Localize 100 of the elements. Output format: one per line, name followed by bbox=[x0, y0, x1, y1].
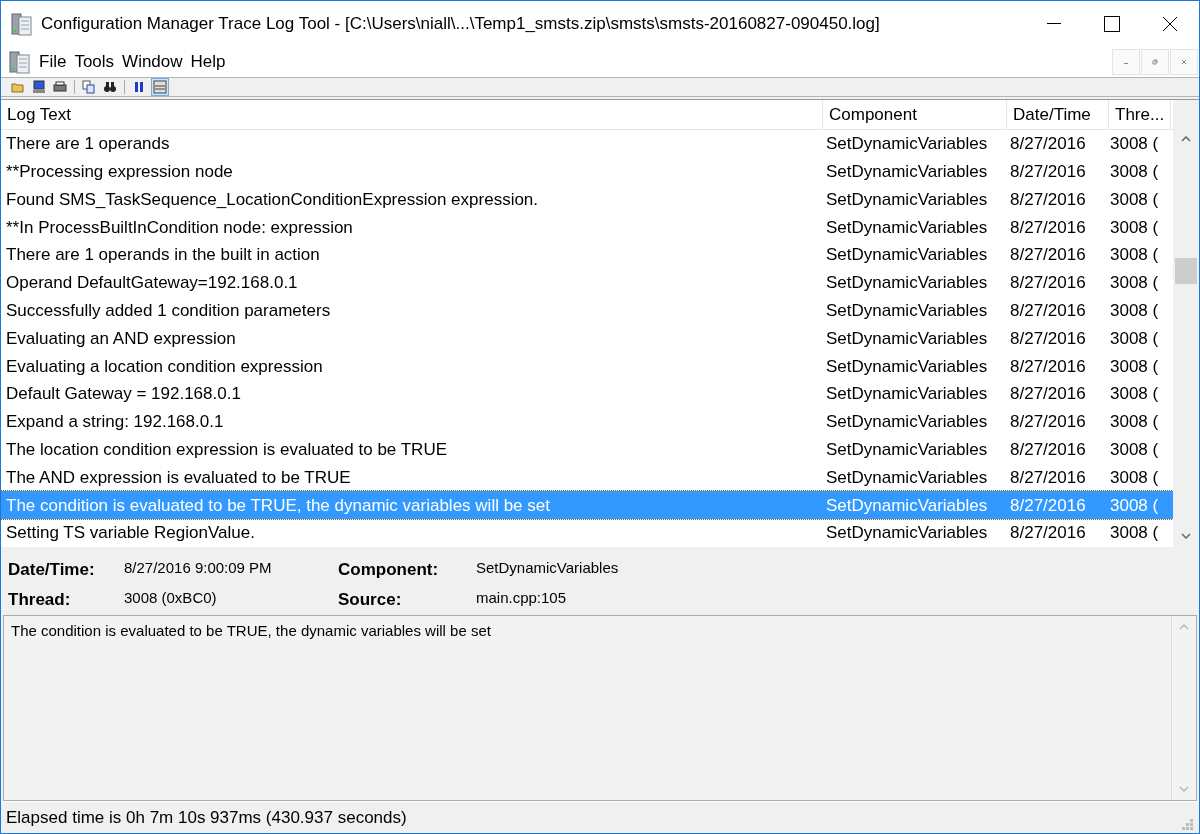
component-cell-text: SetDynamicVariables bbox=[825, 466, 989, 489]
thread-cell-text: 3008 ( bbox=[1109, 244, 1160, 267]
log-text: The condition is evaluated to be TRUE, the dynamic variables will be set bbox=[5, 494, 551, 517]
monitor-icon[interactable] bbox=[32, 80, 46, 94]
column-header[interactable]: Thre... bbox=[1109, 100, 1171, 130]
log-text: Default Gateway = 192.168.0.1 bbox=[5, 383, 242, 406]
minimize-document-button[interactable] bbox=[1112, 49, 1140, 75]
component-cell-text: SetDynamicVariables bbox=[825, 383, 989, 406]
thread-cell-text: 3008 ( bbox=[1109, 522, 1160, 545]
log-row[interactable]: There are 1 operands in the built in action SetDynamicVariables 8/27/2016 3008 ( bbox=[1, 241, 1173, 269]
restore-icon bbox=[1152, 59, 1158, 65]
thread-cell-text: 3008 ( bbox=[1109, 133, 1160, 156]
date-time-cell-text: 8/27/2016 bbox=[1009, 466, 1087, 489]
scrollbar-thumb[interactable] bbox=[1175, 258, 1197, 284]
detail-value: main.cpp:105 bbox=[476, 587, 567, 608]
menu-item[interactable]: Tools bbox=[70, 49, 119, 75]
close-icon bbox=[1162, 16, 1178, 32]
log-text: Expand a string: 192.168.0.1 bbox=[5, 411, 225, 434]
component-cell-text: SetDynamicVariables bbox=[825, 299, 989, 322]
log-row[interactable]: Evaluating an AND expression SetDynamicVariables 8/27/2016 3008 ( bbox=[1, 324, 1173, 353]
detail-label: Component: bbox=[338, 559, 440, 581]
date-time-cell-text: 8/27/2016 bbox=[1009, 522, 1087, 545]
menu-item[interactable]: Window bbox=[118, 49, 187, 75]
log-row[interactable]: The AND expression is evaluated to be TRUE SetDynamicVariables 8/27/2016 3008 ( bbox=[1, 463, 1173, 492]
maximize-icon bbox=[1104, 16, 1120, 32]
menu-item[interactable]: File bbox=[35, 49, 71, 75]
thread-cell-text: 3008 ( bbox=[1109, 188, 1160, 211]
log-row[interactable]: There are 1 operands SetDynamicVariables 8/27/2016 3008 ( bbox=[1, 130, 1173, 158]
scroll-down-icon bbox=[1179, 786, 1189, 792]
binoculars-icon[interactable] bbox=[103, 80, 117, 94]
log-text: There are 1 operands bbox=[5, 133, 171, 156]
component-cell-text: SetDynamicVariables bbox=[825, 494, 989, 517]
copy-icon[interactable] bbox=[82, 80, 96, 94]
column-header[interactable]: Log Text bbox=[1, 100, 823, 130]
log-text: **Processing expression node bbox=[5, 160, 234, 183]
log-text: Setting TS variable RegionValue. bbox=[5, 522, 256, 545]
log-text: **In ProcessBuiltInCondition node: expression bbox=[5, 216, 354, 239]
printer-icon[interactable] bbox=[53, 80, 67, 94]
thread-cell-text: 3008 ( bbox=[1109, 299, 1160, 322]
thread-cell-text: 3008 ( bbox=[1109, 355, 1160, 378]
component-cell-text: SetDynamicVariables bbox=[825, 438, 989, 461]
component-cell-text: SetDynamicVariables bbox=[825, 355, 989, 378]
log-text: Found SMS_TaskSequence_LocationConditionExpression expression. bbox=[5, 188, 540, 211]
scrollbar[interactable] bbox=[1173, 100, 1199, 547]
log-text: Evaluating a location condition expression bbox=[5, 355, 324, 378]
document-icon bbox=[9, 50, 31, 74]
scroll-down-icon bbox=[1181, 533, 1191, 539]
date-time-cell-text: 8/27/2016 bbox=[1009, 272, 1087, 295]
app-icon bbox=[11, 12, 33, 36]
log-row[interactable]: **Processing expression node SetDynamicVariables 8/27/2016 3008 ( bbox=[1, 157, 1173, 186]
log-row[interactable]: Expand a string: 192.168.0.1 SetDynamicVariables 8/27/2016 3008 ( bbox=[1, 407, 1173, 436]
component-cell-text: SetDynamicVariables bbox=[825, 160, 989, 183]
log-text: The AND expression is evaluated to be TRUE bbox=[5, 466, 352, 489]
log-row[interactable]: Found SMS_TaskSequence_LocationConditionExpression expression. SetDynamicVariables 8/27/2016 3008 ( bbox=[1, 185, 1173, 214]
restore-document-button[interactable] bbox=[1141, 49, 1169, 75]
thread-cell-text: 3008 ( bbox=[1109, 272, 1160, 295]
log-row[interactable]: Setting TS variable RegionValue. SetDynamicVariables 8/27/2016 3008 ( bbox=[1, 519, 1173, 547]
thread-cell-text: 3008 ( bbox=[1109, 494, 1160, 517]
date-time-cell-text: 8/27/2016 bbox=[1009, 383, 1087, 406]
component-cell-text: SetDynamicVariables bbox=[825, 522, 989, 545]
thread-cell-text: 3008 ( bbox=[1109, 216, 1160, 239]
log-row[interactable]: The location condition expression is evaluated to be TRUE SetDynamicVariables 8/27/2016 3008 ( bbox=[1, 435, 1173, 464]
date-time-cell-text: 8/27/2016 bbox=[1009, 355, 1087, 378]
date-time-cell-text: 8/27/2016 bbox=[1009, 216, 1087, 239]
detail-value: 3008 (0xBC0) bbox=[124, 587, 217, 608]
thread-cell-text: 3008 ( bbox=[1109, 466, 1160, 489]
column-header[interactable]: Component bbox=[823, 100, 1007, 130]
thread-cell-text: 3008 ( bbox=[1109, 383, 1160, 406]
log-row[interactable]: Operand DefaultGateway=192.168.0.1 SetDynamicVariables 8/27/2016 3008 ( bbox=[1, 269, 1173, 297]
folder-icon[interactable] bbox=[11, 80, 25, 94]
component-cell-text: SetDynamicVariables bbox=[825, 188, 989, 211]
close-icon bbox=[1181, 59, 1187, 65]
detail-value: SetDynamicVariables bbox=[476, 558, 619, 578]
component-cell-text: SetDynamicVariables bbox=[825, 133, 989, 156]
detail-label: Source: bbox=[338, 588, 403, 611]
detail-label: Date/Time: bbox=[8, 559, 96, 581]
component-cell-text: SetDynamicVariables bbox=[825, 272, 989, 295]
thread-cell-text: 3008 ( bbox=[1109, 411, 1160, 434]
split-view-icon[interactable] bbox=[153, 80, 167, 94]
thread-cell-text: 3008 ( bbox=[1109, 327, 1160, 350]
column-header[interactable]: Date/Time bbox=[1007, 100, 1109, 130]
log-row[interactable]: **In ProcessBuiltInCondition node: expression SetDynamicVariables 8/27/2016 3008 ( bbox=[1, 213, 1173, 242]
menu-item[interactable]: Help bbox=[186, 49, 230, 75]
minimize-icon bbox=[1047, 23, 1061, 25]
pause-icon[interactable] bbox=[132, 80, 146, 94]
close-document-button[interactable] bbox=[1170, 49, 1198, 75]
log-text: There are 1 operands in the built in action bbox=[5, 244, 321, 267]
log-text: Evaluating an AND expression bbox=[5, 327, 237, 350]
log-row[interactable]: Successfully added 1 condition parameters SetDynamicVariables 8/27/2016 3008 ( bbox=[1, 296, 1173, 325]
date-time-cell-text: 8/27/2016 bbox=[1009, 299, 1087, 322]
status-text: Elapsed time is 0h 7m 10s 937ms (430.937 seconds) bbox=[6, 806, 408, 829]
date-time-cell-text: 8/27/2016 bbox=[1009, 494, 1087, 517]
log-row[interactable]: Evaluating a location condition expression SetDynamicVariables 8/27/2016 3008 ( bbox=[1, 352, 1173, 381]
date-time-cell-text: 8/27/2016 bbox=[1009, 411, 1087, 434]
date-time-cell-text: 8/27/2016 bbox=[1009, 438, 1087, 461]
log-text: Successfully added 1 condition parameters bbox=[5, 299, 332, 322]
component-cell-text: SetDynamicVariables bbox=[825, 411, 989, 434]
detail-label: Thread: bbox=[8, 588, 72, 611]
resize-grip-icon[interactable] bbox=[1182, 819, 1194, 831]
log-row[interactable]: Default Gateway = 192.168.0.1 SetDynamicVariables 8/27/2016 3008 ( bbox=[1, 380, 1173, 408]
